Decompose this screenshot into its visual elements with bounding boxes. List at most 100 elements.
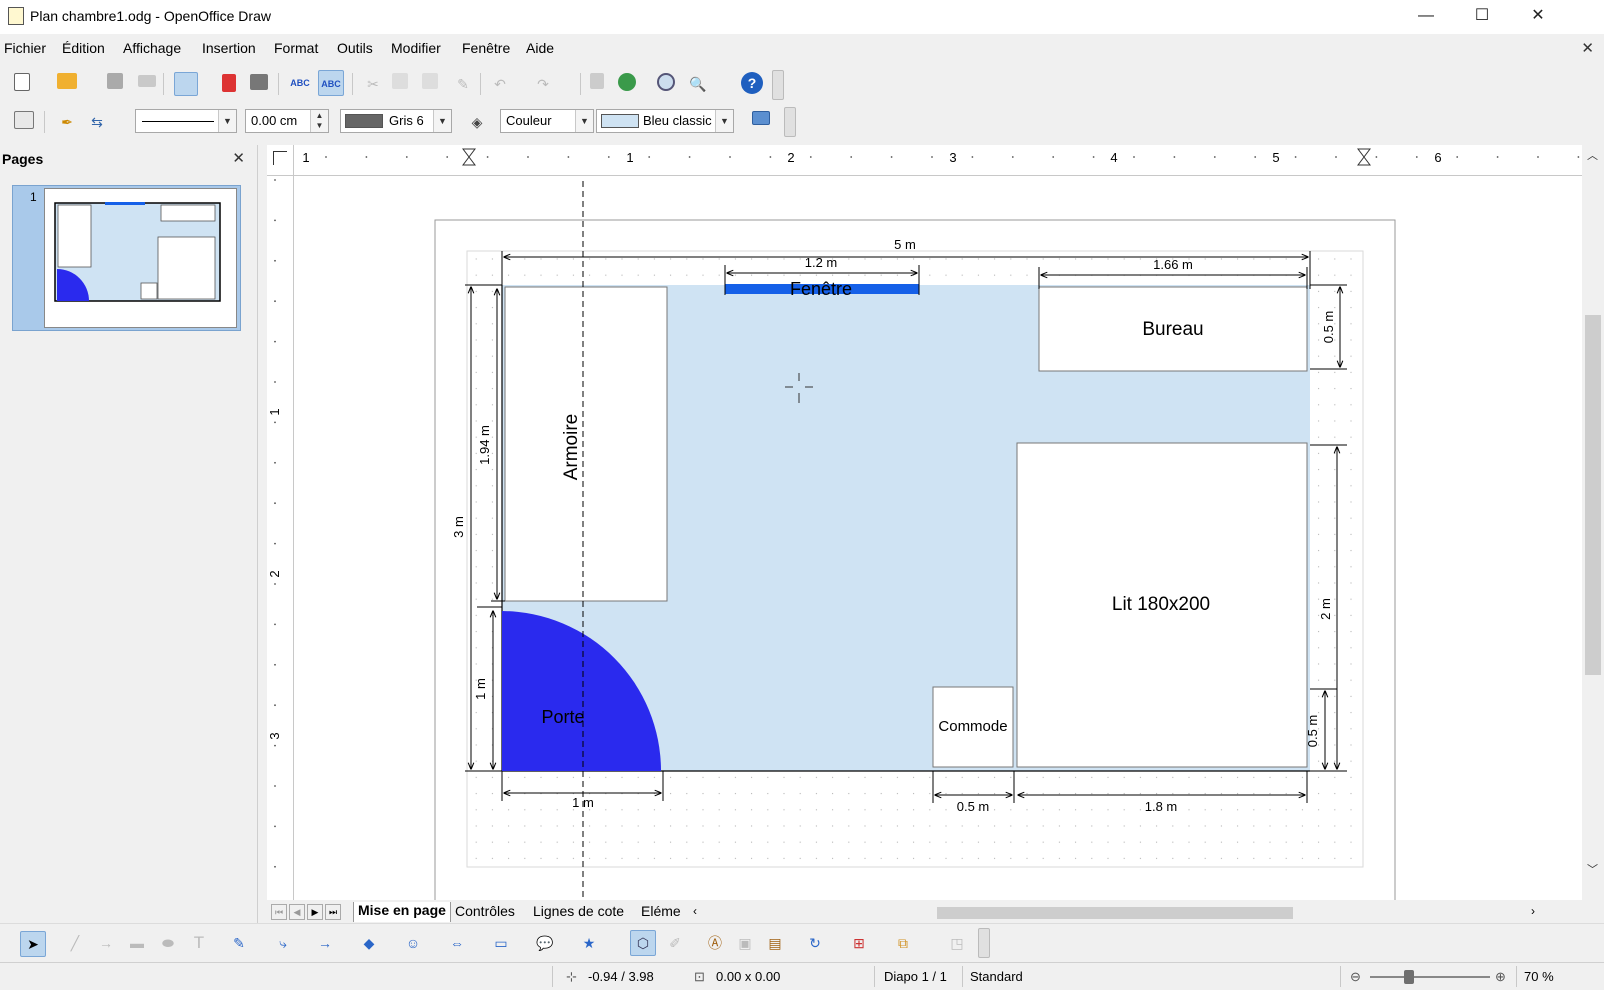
vertical-scroll-thumb[interactable] <box>1585 315 1601 675</box>
zoom-icon[interactable]: 🔍 <box>687 73 709 95</box>
styles-icon[interactable] <box>14 111 34 129</box>
edit-mode-icon[interactable] <box>174 72 198 96</box>
floor-plan[interactable]: Armoire Fenêtre Bureau Lit 180x200 Commo… <box>295 177 1583 901</box>
area-style-select[interactable]: Couleur ▼ <box>500 109 594 133</box>
arrange-icon[interactable]: ⧉ <box>892 932 914 954</box>
shadow-icon[interactable] <box>752 111 770 125</box>
line-style-select[interactable]: ▼ <box>135 109 237 133</box>
indent-marker-icon[interactable] <box>462 148 476 166</box>
toolbar-overflow-handle[interactable] <box>784 107 796 137</box>
email-icon[interactable] <box>138 75 156 87</box>
first-tab-icon[interactable]: ⏮ <box>271 904 287 920</box>
navigator-icon[interactable] <box>618 73 636 91</box>
rotate-icon[interactable]: ↻ <box>804 932 826 954</box>
print-icon[interactable] <box>250 74 268 90</box>
callouts-icon[interactable]: 💬 <box>534 932 556 954</box>
horizontal-ruler[interactable]: 1 1 2 3 4 5 6 <box>294 145 1591 176</box>
scroll-up-icon[interactable]: ︿ <box>1587 147 1598 163</box>
minimize-button[interactable]: — <box>1398 0 1454 34</box>
clone-format-icon[interactable]: ✎ <box>452 73 474 95</box>
lines-arrows-tool-icon[interactable]: → <box>314 932 336 954</box>
connector-tool-icon[interactable]: ⤷ <box>272 932 294 954</box>
line-icon[interactable]: ✒ <box>56 111 78 133</box>
zoom-level[interactable]: 70 % <box>1524 969 1554 984</box>
points-edit-icon[interactable]: ⬡ <box>630 930 656 956</box>
document-close-icon[interactable]: ✕ <box>1581 39 1594 57</box>
horizontal-scroll-thumb[interactable] <box>937 907 1293 919</box>
drawing-canvas[interactable]: Armoire Fenêtre Bureau Lit 180x200 Commo… <box>295 177 1583 901</box>
extrusion-icon[interactable]: ◳ <box>946 932 968 954</box>
stars-icon[interactable]: ★ <box>578 932 600 954</box>
scroll-left-icon[interactable]: ‹ <box>693 904 697 918</box>
menu-aide[interactable]: Aide <box>526 40 554 56</box>
text-tool-icon[interactable]: T <box>188 932 210 954</box>
menu-fichier[interactable]: Fichier <box>4 40 46 56</box>
menu-modifier[interactable]: Modifier <box>391 40 441 56</box>
ellipse-tool-icon[interactable]: ⬬ <box>157 932 179 954</box>
master-page-name[interactable]: Standard <box>970 969 1023 984</box>
menu-outils[interactable]: Outils <box>337 40 373 56</box>
zoom-in-icon[interactable]: ⊕ <box>1495 969 1506 985</box>
chevron-down-icon[interactable]: ▼ <box>715 110 733 132</box>
open-folder-icon[interactable] <box>57 73 77 89</box>
toolbar-overflow-handle[interactable] <box>978 928 990 958</box>
undo-icon[interactable]: ↶ <box>489 73 511 95</box>
zoom-slider-thumb[interactable] <box>1404 970 1414 984</box>
autospellcheck-icon[interactable]: ABC <box>318 70 344 96</box>
block-arrows-icon[interactable]: ⇔ <box>446 932 468 954</box>
new-document-icon[interactable] <box>14 73 30 91</box>
alignment-icon[interactable]: ⊞ <box>848 932 870 954</box>
help-icon[interactable]: ? <box>741 72 763 94</box>
tab-lignes-de-cote[interactable]: Lignes de cote <box>533 903 624 919</box>
vertical-ruler[interactable]: 1 2 3 <box>267 176 294 901</box>
line-color-select[interactable]: Gris 6 ▼ <box>340 109 452 133</box>
glue-points-icon[interactable]: ✐ <box>664 932 686 954</box>
tab-elements[interactable]: Eléme <box>641 903 681 919</box>
zoom-slider-track[interactable] <box>1370 976 1490 978</box>
next-tab-icon[interactable]: ▶ <box>307 904 323 920</box>
export-pdf-icon[interactable] <box>222 74 236 92</box>
page-thumbnail[interactable]: 1 <box>12 185 241 331</box>
menu-edition[interactable]: Édition <box>62 40 105 56</box>
tab-mise-en-page[interactable]: Mise en page <box>353 902 451 922</box>
prev-tab-icon[interactable]: ◀ <box>289 904 305 920</box>
indent-marker-icon[interactable] <box>1357 148 1371 166</box>
toolbar-overflow-handle[interactable] <box>772 70 784 100</box>
zoom-out-icon[interactable]: ⊖ <box>1350 969 1361 985</box>
pages-pane-close-icon[interactable]: ✕ <box>232 149 245 167</box>
copy-icon[interactable] <box>392 73 408 89</box>
basic-shapes-icon[interactable]: ◆ <box>358 932 380 954</box>
spellcheck-icon[interactable]: ABC <box>289 72 311 94</box>
chevron-down-icon[interactable]: ▼ <box>575 110 593 132</box>
menu-format[interactable]: Format <box>274 40 318 56</box>
flowchart-icon[interactable]: ▭ <box>490 932 512 954</box>
chevron-down-icon[interactable]: ▼ <box>433 110 451 132</box>
fill-bucket-icon[interactable]: ◈ <box>466 111 488 133</box>
tab-controles[interactable]: Contrôles <box>455 903 515 919</box>
gallery-icon[interactable] <box>657 73 675 91</box>
save-icon[interactable] <box>107 73 123 89</box>
ruler-origin[interactable] <box>267 145 294 176</box>
maximize-button[interactable]: ☐ <box>1454 0 1510 34</box>
wardrobe-shape[interactable] <box>504 286 668 602</box>
arrow-style-icon[interactable]: ⇆ <box>86 111 108 133</box>
vertical-scrollbar[interactable]: ︿ ﹀ <box>1582 145 1604 901</box>
scroll-right-icon[interactable]: › <box>1531 904 1535 918</box>
area-color-select[interactable]: Bleu classic ▼ <box>596 109 734 133</box>
select-arrow-icon[interactable]: ➤ <box>20 931 46 957</box>
close-button[interactable]: ✕ <box>1510 0 1566 34</box>
chevron-down-icon[interactable]: ▼ <box>218 110 236 132</box>
rectangle-tool-icon[interactable]: ▬ <box>126 932 148 954</box>
last-tab-icon[interactable]: ⏭ <box>325 904 341 920</box>
redo-icon[interactable]: ↷ <box>532 73 554 95</box>
line-tool-icon[interactable]: ╱ <box>64 932 86 954</box>
curve-tool-icon[interactable]: ✎ <box>228 932 250 954</box>
menu-insertion[interactable]: Insertion <box>202 40 256 56</box>
symbol-shapes-icon[interactable]: ☺ <box>402 932 424 954</box>
spinner-icon[interactable]: ▲ ▼ <box>310 110 328 132</box>
fontwork-icon[interactable]: Ⓐ <box>704 932 726 954</box>
menu-affichage[interactable]: Affichage <box>123 40 181 56</box>
chart-icon[interactable] <box>590 73 604 89</box>
menu-fenetre[interactable]: Fenêtre <box>462 40 510 56</box>
gallery-insert-icon[interactable]: ▤ <box>764 932 786 954</box>
